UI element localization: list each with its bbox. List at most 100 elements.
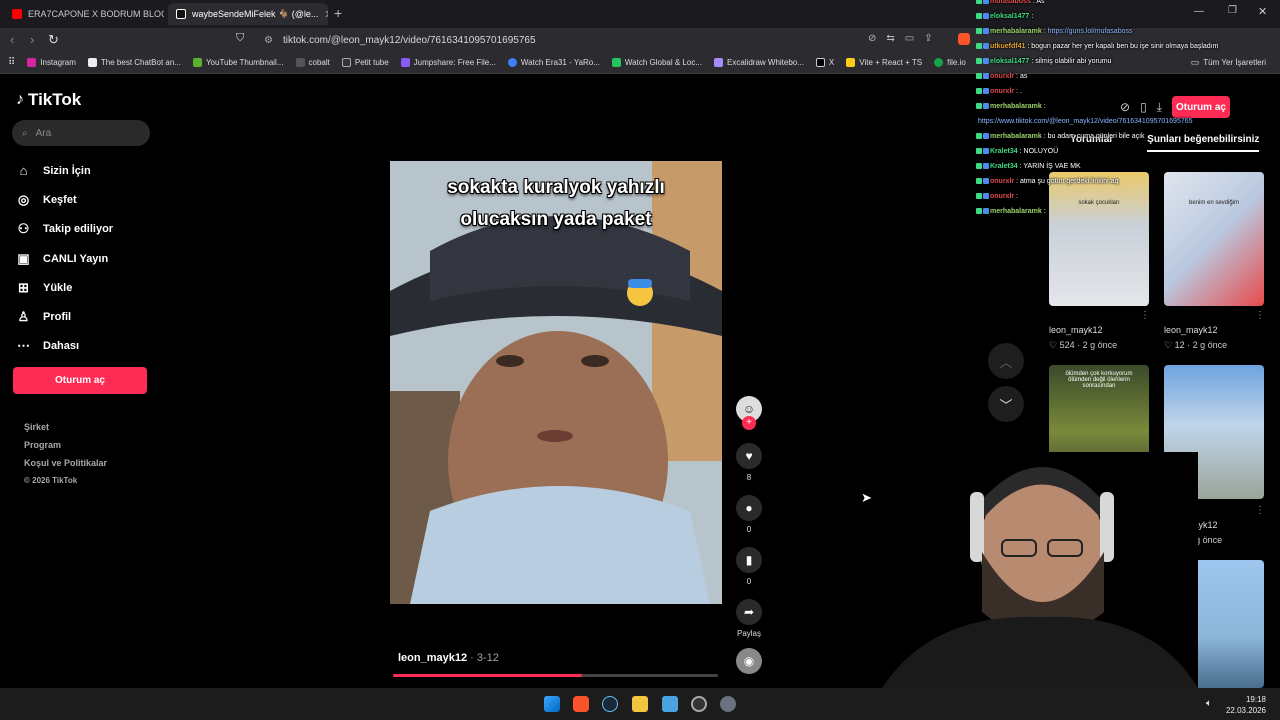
chat-username: merhabalaramk	[990, 133, 1042, 140]
watch-icon	[507, 58, 517, 67]
sidebar-item-live[interactable]: ▣ CANLI Yayın	[16, 244, 113, 273]
music-disc[interactable]: ◉	[733, 648, 765, 674]
sidebar-item-profile[interactable]: ♙ Profil	[16, 302, 113, 331]
heart-outline-icon: ♡	[1049, 340, 1058, 350]
bookmark-item[interactable]: Petit tube	[336, 58, 395, 67]
more-options-icon[interactable]: ⋮	[1140, 310, 1150, 321]
profile-icon: ♙	[17, 309, 30, 325]
new-tab-icon[interactable]: +	[334, 5, 342, 21]
follow-plus-icon[interactable]: +	[742, 416, 756, 430]
chat-text[interactable]: : https://guns.lol/mufasaboss	[1044, 28, 1133, 35]
author-avatar-follow[interactable]: ☺ +	[733, 396, 765, 430]
chat-message: onurxlr: as	[976, 69, 1276, 84]
bookmark-item[interactable]: X	[810, 58, 840, 67]
volume-icon[interactable]: 🔈︎	[1206, 698, 1212, 709]
windows-taskbar: 🔈︎ 19:18 22.03.2026	[0, 688, 1280, 720]
tiktok-icon	[176, 9, 186, 19]
steam-icon[interactable]	[602, 696, 618, 712]
chat-message: onurxlr: atma şu gotun gerdeki linkini a…	[976, 174, 1276, 189]
comment-button[interactable]: ● 0	[733, 495, 765, 534]
chat-badge-icon	[976, 208, 982, 215]
bookmark-item[interactable]: Instagram	[21, 58, 82, 67]
sidebar-item-more[interactable]: ⋯ Dahası	[16, 332, 113, 361]
obs-icon[interactable]	[691, 696, 707, 712]
settings-icon[interactable]	[720, 696, 736, 712]
back-icon[interactable]: ‹	[10, 32, 14, 47]
sidebar-footer: Şirket Program Koşul ve Politikalar © 20…	[24, 422, 107, 494]
chat-message: eloksal1477: silmiş olabilir abi yorumu	[976, 54, 1276, 69]
share-button[interactable]: ➦ Paylaş	[733, 599, 765, 638]
more-options-icon[interactable]: ⋮	[1255, 505, 1265, 516]
live-icon: ▣	[17, 250, 30, 266]
close-tab-icon[interactable]: ✕	[324, 8, 328, 21]
previous-video-button[interactable]: ︿	[988, 343, 1024, 379]
reload-icon[interactable]: ↻	[48, 32, 59, 48]
windows-start-icon[interactable]	[544, 696, 560, 712]
tiktok-logo[interactable]: ♪ TikTok	[16, 90, 81, 110]
sidebar-item-explore[interactable]: ◎ Keşfet	[16, 185, 113, 214]
webcam-overlay	[842, 452, 1198, 688]
video-author[interactable]: leon_mayk12 · 3-12	[398, 652, 499, 664]
suggested-author[interactable]: leon_mayk12	[1164, 325, 1227, 335]
chat-text: : YARIN İŞ VAE MK	[1019, 163, 1081, 170]
more-icon: ⋯	[17, 338, 30, 354]
bookmark-item[interactable]: Jumpshare: Free File...	[395, 58, 502, 67]
webcam-image	[842, 452, 1198, 688]
bookmark-item[interactable]: The best ChatBot an...	[82, 58, 187, 67]
footer-terms-link[interactable]: Koşul ve Politikalar	[24, 458, 107, 476]
suggested-author[interactable]: leon_mayk12	[1049, 325, 1117, 335]
sidebar-item-for-you[interactable]: ⌂ Sizin İçin	[16, 156, 113, 185]
search-icon: ⌕	[22, 127, 28, 139]
chat-message: merhabalaramk:	[976, 204, 1276, 219]
url-text: tiktok.com/@leon_mayk12/video/7616341095…	[282, 34, 536, 46]
system-clock[interactable]: 19:18 22.03.2026	[1226, 694, 1266, 716]
sidebar-item-upload[interactable]: ⊞ Yükle	[16, 273, 113, 302]
brave-shield-icon[interactable]	[958, 33, 970, 45]
chat-badge-icon	[983, 58, 989, 65]
bookmark-icon[interactable]: ⛉	[236, 32, 244, 45]
footer-program-link[interactable]: Program	[24, 440, 107, 458]
brave-icon[interactable]	[573, 696, 589, 712]
tab-title: ERA7CAPONE X BODRUM BLOCK (p...	[28, 9, 164, 19]
bookmark-item[interactable]: file.io	[928, 58, 972, 67]
chat-badge-icon	[983, 88, 989, 95]
chat-badge-icon	[976, 0, 982, 5]
bookmark-item[interactable]: cobalt	[290, 58, 336, 67]
sidebar-item-following[interactable]: ⚇ Takip ediliyor	[16, 215, 113, 244]
video-progress-bar[interactable]	[393, 674, 718, 677]
tab-tiktok[interactable]: waybeSendeMiFelek 🐐 (@le... ✕	[168, 3, 328, 25]
suggested-likes: 524	[1059, 340, 1075, 350]
bookmark-item[interactable]: YouTube Thumbnail...	[187, 58, 290, 67]
compass-icon: ◎	[17, 191, 30, 207]
forward-icon[interactable]: ›	[30, 32, 34, 47]
save-button[interactable]: ▮ 0	[733, 547, 765, 586]
search-input[interactable]: ⌕ Ara	[12, 120, 150, 146]
chat-text[interactable]: https://www.tiktok.com/@leon_mayk12/vide…	[978, 118, 1193, 125]
bookmark-item[interactable]: Vite + React + TS	[840, 58, 928, 67]
footer-company-link[interactable]: Şirket	[24, 422, 107, 440]
photos-icon[interactable]	[662, 696, 678, 712]
like-button[interactable]: ♥ 8	[733, 443, 765, 482]
site-info-icon[interactable]: ⚙	[264, 35, 273, 46]
video-date: 3-12	[476, 652, 499, 664]
more-options-icon[interactable]: ⋮	[1255, 310, 1265, 321]
chevron-down-icon: ﹀	[999, 397, 1013, 413]
chat-message: eloksal1477:	[976, 9, 1276, 24]
video-player[interactable]: sokakta kuralyok yahızlı olucaksın yada …	[390, 161, 722, 604]
address-bar-actions-icon[interactable]: ⊘⇆▭⇪	[868, 33, 943, 44]
url-field[interactable]: ⚙ tiktok.com/@leon_mayk12/video/76163410…	[256, 30, 956, 50]
file-explorer-icon[interactable]	[632, 696, 648, 712]
apps-icon[interactable]: ⠿	[0, 57, 21, 68]
chat-message: Kralet34: YARIN İŞ VAE MK	[976, 159, 1276, 174]
chat-message: utkuefdf41: bogun pazar her yer kapalı b…	[976, 39, 1276, 54]
chat-badge-icon	[983, 163, 989, 170]
next-video-button[interactable]: ﹀	[988, 386, 1024, 422]
tab-youtube[interactable]: ERA7CAPONE X BODRUM BLOCK (p...	[4, 3, 164, 25]
bookmark-item[interactable]: Watch Global & Loc...	[606, 58, 708, 67]
bookmark-item[interactable]: Excalidraw Whitebo...	[708, 58, 810, 67]
login-button-sidebar[interactable]: Oturum aç	[13, 367, 147, 394]
chat-text: :	[1043, 208, 1046, 215]
bookmark-item[interactable]: Watch Era31 - YaRo...	[502, 58, 606, 67]
chat-badge-icon	[983, 43, 989, 50]
chat-badge-icon	[976, 73, 982, 80]
